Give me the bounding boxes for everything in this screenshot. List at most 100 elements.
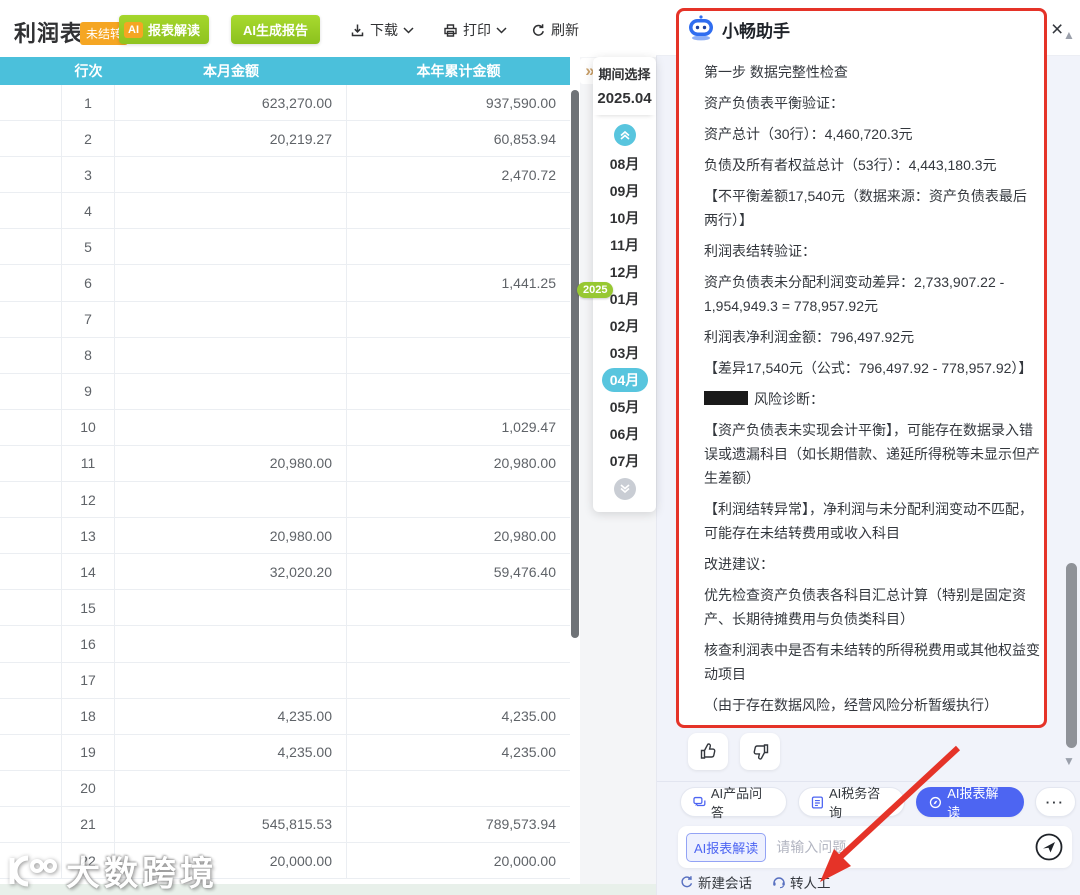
- row-number-cell: 15: [62, 590, 115, 625]
- row-number-cell: 11: [62, 446, 115, 481]
- year-amount-cell: 937,590.00: [347, 85, 570, 120]
- row-number-cell: 16: [62, 626, 115, 661]
- year-amount-cell: [347, 663, 570, 698]
- month-item-09[interactable]: 09月: [602, 177, 648, 204]
- refresh-button[interactable]: 刷新: [531, 20, 579, 40]
- page-title: 利润表: [14, 16, 83, 48]
- headset-icon: [772, 875, 786, 889]
- month-item-08[interactable]: 08月: [602, 150, 648, 177]
- chip-label: AI报表解读: [947, 783, 1010, 821]
- table-row: 17: [0, 663, 570, 699]
- ai-report-read-label: 报表解读: [148, 20, 200, 39]
- month-item-04[interactable]: 04月: [602, 368, 648, 392]
- more-chips-button[interactable]: ···: [1035, 787, 1076, 817]
- year-amount-cell: 1,441.25: [347, 265, 570, 300]
- chat-paragraph: 利润表净利润金额：796,497.92元: [704, 325, 1040, 349]
- refresh-icon: [531, 23, 546, 38]
- month-item-11[interactable]: 11月: [602, 231, 648, 258]
- chat-text: 第一步 数据完整性检查: [704, 64, 848, 80]
- year-amount-cell: [347, 302, 570, 337]
- table-row: 1623,270.00937,590.00: [0, 85, 570, 121]
- document-icon: [811, 796, 824, 809]
- table-row: 21545,815.53789,573.94: [0, 807, 570, 843]
- item-cell: [0, 121, 62, 156]
- month-amount-cell: [115, 338, 347, 373]
- chevron-down-icon: [496, 27, 507, 34]
- table-row: 20: [0, 771, 570, 807]
- month-item-10[interactable]: 10月: [602, 204, 648, 231]
- month-amount-cell: 545,815.53: [115, 807, 347, 842]
- new-session-button[interactable]: 新建会话: [680, 872, 752, 892]
- item-cell: [0, 265, 62, 300]
- month-item-12[interactable]: 12月: [602, 258, 648, 285]
- row-number-cell: 12: [62, 482, 115, 517]
- row-number-cell: 9: [62, 374, 115, 409]
- year-amount-cell: 60,853.94: [347, 121, 570, 156]
- double-chevron-up-icon: [619, 129, 631, 141]
- month-amount-cell: [115, 229, 347, 264]
- col-header-rowno: 行次: [62, 61, 115, 81]
- item-cell: [0, 85, 62, 120]
- year-amount-cell: 2,470.72: [347, 157, 570, 192]
- download-button[interactable]: 下载: [350, 20, 414, 40]
- thumbs-up-button[interactable]: [688, 733, 728, 770]
- chat-bubbles-icon: [693, 796, 706, 809]
- month-amount-cell: [115, 265, 347, 300]
- month-amount-cell: 20,980.00: [115, 446, 347, 481]
- item-cell: [0, 735, 62, 770]
- session-links: 新建会话 转人工: [680, 872, 831, 892]
- item-cell: [0, 157, 62, 192]
- year-amount-cell: 789,573.94: [347, 807, 570, 842]
- panel-divider: [657, 781, 1080, 782]
- row-number-cell: 18: [62, 699, 115, 734]
- assistant-scrollbar-thumb[interactable]: [1066, 563, 1077, 748]
- table-row: 194,235.004,235.00: [0, 735, 570, 771]
- to-human-label: 转人工: [790, 872, 831, 892]
- scroll-up-icon[interactable]: ▲: [1063, 28, 1075, 42]
- row-number-cell: 6: [62, 265, 115, 300]
- months-scroll-up-button[interactable]: [614, 124, 636, 146]
- ai-report-read-badge[interactable]: AI 报表解读: [119, 15, 209, 44]
- scroll-down-icon[interactable]: ▼: [1063, 754, 1075, 768]
- month-item-07[interactable]: 07月: [602, 447, 648, 474]
- chip-ai-product-qa[interactable]: AI产品问答: [680, 787, 787, 817]
- row-number-cell: 14: [62, 554, 115, 589]
- months-scroll-down-button[interactable]: [614, 478, 636, 500]
- to-human-button[interactable]: 转人工: [772, 872, 831, 892]
- report-toolbar: 利润表 未结转 AI 报表解读 AI生成报告 下载 打印 刷新: [0, 0, 656, 57]
- table-row: 6 1,441.25: [0, 265, 570, 301]
- month-amount-cell: 4,235.00: [115, 699, 347, 734]
- month-amount-cell: [115, 302, 347, 337]
- input-mode-tag[interactable]: AI报表解读: [686, 833, 766, 862]
- chip-ai-report-read[interactable]: AI报表解读: [916, 787, 1023, 817]
- chip-ai-tax-consult[interactable]: AI税务咨询: [798, 787, 905, 817]
- month-amount-cell: [115, 771, 347, 806]
- row-number-cell: 3: [62, 157, 115, 192]
- item-cell: [0, 699, 62, 734]
- ai-generate-report-button[interactable]: AI生成报告: [231, 15, 320, 44]
- item-cell: [0, 446, 62, 481]
- year-amount-cell: 20,000.00: [347, 843, 570, 878]
- send-button[interactable]: [1034, 832, 1064, 862]
- month-item-06[interactable]: 06月: [602, 420, 648, 447]
- thumbs-up-icon: [699, 742, 718, 761]
- chat-paragraph: 资产总计（30行）：4,460,720.3元: [704, 122, 1040, 146]
- print-button[interactable]: 打印: [443, 20, 507, 40]
- table-scrollbar-thumb[interactable]: [571, 90, 579, 638]
- month-item-05[interactable]: 05月: [602, 393, 648, 420]
- download-label: 下载: [370, 20, 398, 40]
- row-number-cell: 5: [62, 229, 115, 264]
- chat-paragraph: 利润表结转验证：: [704, 239, 1040, 263]
- thumbs-down-button[interactable]: [740, 733, 780, 770]
- item-cell: [0, 663, 62, 698]
- close-icon[interactable]: ×: [1051, 18, 1063, 42]
- chat-input[interactable]: AI报表解读 请输入问题: [678, 826, 1072, 868]
- chat-text: 利润表结转验证：: [704, 243, 816, 259]
- item-cell: [0, 302, 62, 337]
- printer-icon: [443, 23, 458, 38]
- chat-paragraph: 【资产负债表未实现会计平衡】，可能存在数据录入错误或遗漏科目（如长期借款、递延所…: [704, 418, 1040, 490]
- chat-paragraph: （由于存在数据风险，经营风险分析暂缓执行）: [704, 693, 1040, 716]
- month-item-03[interactable]: 03月: [602, 339, 648, 366]
- month-amount-cell: [115, 626, 347, 661]
- month-item-02[interactable]: 02月: [602, 312, 648, 339]
